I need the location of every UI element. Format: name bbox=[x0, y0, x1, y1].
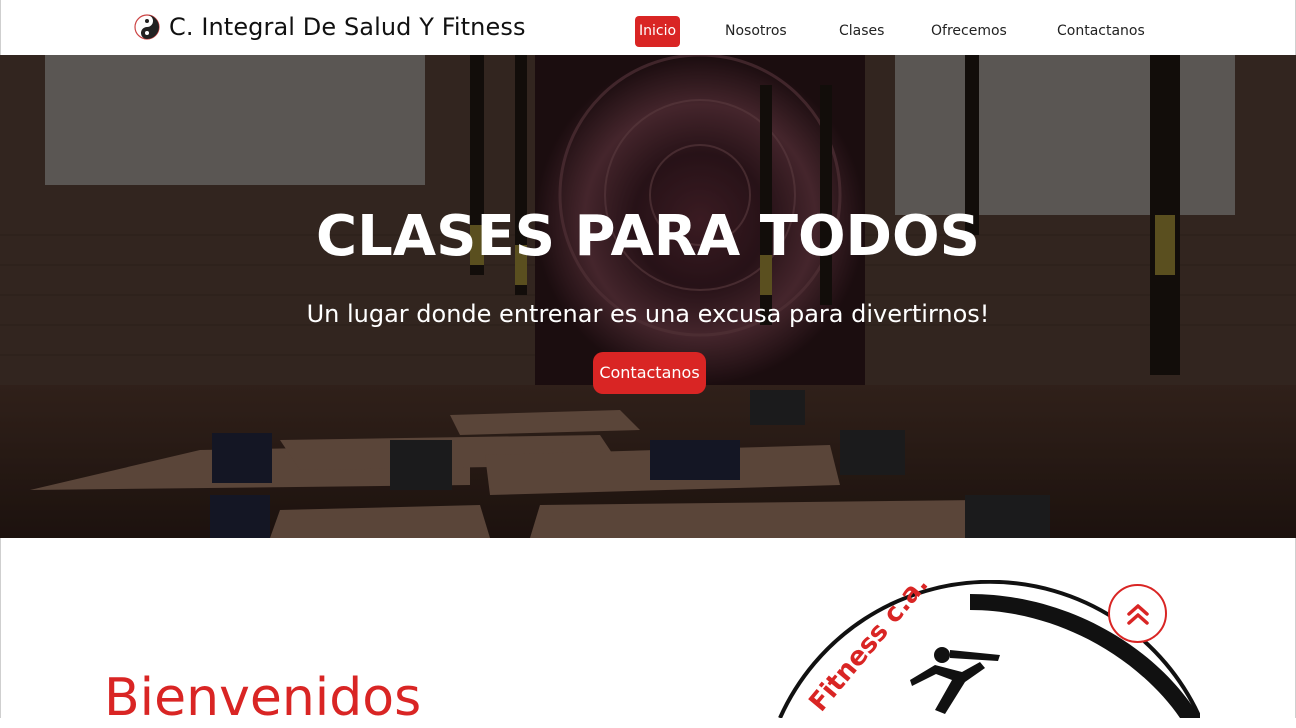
nav-item-contactanos[interactable]: Contactanos bbox=[1057, 16, 1145, 47]
double-chevron-up-icon bbox=[1127, 604, 1149, 625]
nav-item-nosotros[interactable]: Nosotros bbox=[725, 16, 787, 47]
logo-art-text: Fitness c.a. bbox=[803, 580, 934, 718]
welcome-heading: Bienvenidos bbox=[104, 668, 422, 728]
nav-item-inicio[interactable]: Inicio bbox=[635, 16, 681, 47]
scroll-to-top-button[interactable] bbox=[1108, 584, 1167, 643]
hero-contact-button[interactable]: Contactanos bbox=[593, 352, 706, 394]
hero-background-image bbox=[0, 55, 1296, 538]
brand-title: C. Integral De Salud Y Fitness bbox=[169, 13, 526, 41]
hero-title: CLASES PARA TODOS bbox=[316, 204, 980, 269]
nav-item-ofrecemos[interactable]: Ofrecemos bbox=[931, 16, 1007, 47]
hero-banner: CLASES PARA TODOS Un lugar donde entrena… bbox=[0, 55, 1296, 538]
nav-item-clases[interactable]: Clases bbox=[839, 16, 884, 47]
brand[interactable]: C. Integral De Salud Y Fitness bbox=[134, 13, 526, 41]
hero-subtitle: Un lugar donde entrenar es una excusa pa… bbox=[306, 300, 990, 328]
yin-yang-icon bbox=[134, 14, 160, 40]
navbar: C. Integral De Salud Y Fitness Inicio No… bbox=[0, 0, 1296, 55]
